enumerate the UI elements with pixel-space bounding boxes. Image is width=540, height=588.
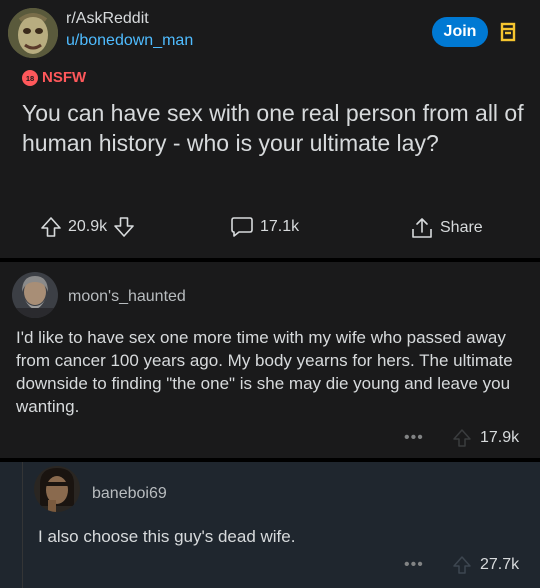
downvote-icon[interactable] (113, 216, 135, 238)
thread-line[interactable] (22, 462, 23, 588)
post-author[interactable]: u/bonedown_man (66, 32, 193, 50)
share-button[interactable]: Share (410, 216, 483, 240)
comment-username[interactable]: baneboi69 (92, 485, 167, 503)
avatar[interactable] (12, 272, 58, 318)
post-card: r/AskReddit u/bonedown_man Join 18 NSFW … (0, 0, 540, 258)
share-label: Share (440, 219, 483, 236)
more-options-icon[interactable]: ••• (404, 556, 424, 574)
reply-comment: baneboi69 I also choose this guy's dead … (0, 462, 540, 588)
comment-icon (231, 217, 253, 237)
save-icon[interactable] (500, 22, 516, 42)
nsfw-label: NSFW (42, 69, 87, 86)
join-button[interactable]: Join (432, 17, 488, 47)
upvote-icon[interactable] (40, 216, 62, 238)
share-icon (412, 218, 432, 238)
avatar[interactable] (34, 466, 80, 512)
upvote-icon[interactable] (452, 428, 472, 448)
comments-button[interactable]: 17.1k (230, 216, 299, 238)
comment: moon's_haunted I'd like to have sex one … (0, 262, 540, 458)
nsfw-icon: 18 (22, 69, 38, 86)
comment-vote-count: 27.7k (480, 556, 520, 573)
comment-count: 17.1k (260, 218, 300, 235)
post-title[interactable]: You can have sex with one real person fr… (22, 98, 527, 158)
comment-username[interactable]: moon's_haunted (68, 288, 186, 306)
subreddit-name[interactable]: r/AskReddit (66, 10, 149, 28)
upvote-count: 20.9k (68, 218, 108, 235)
comment-vote: 17.9k (452, 428, 519, 448)
upvote-icon[interactable] (452, 555, 472, 575)
comment-body: I'd like to have sex one more time with … (16, 328, 513, 416)
comment-vote-count: 17.9k (480, 429, 520, 446)
comment-body: I also choose this guy's dead wife. (38, 527, 296, 546)
post-actions: 20.9k 17.1k Share (0, 210, 540, 244)
more-options-icon[interactable]: ••• (404, 429, 424, 447)
subreddit-avatar[interactable] (8, 8, 58, 58)
nsfw-badge-text: 18 (26, 74, 34, 83)
vote-group: 20.9k (40, 216, 135, 238)
comment-vote: 27.7k (452, 555, 519, 575)
nsfw-tag: 18 NSFW (22, 69, 86, 86)
